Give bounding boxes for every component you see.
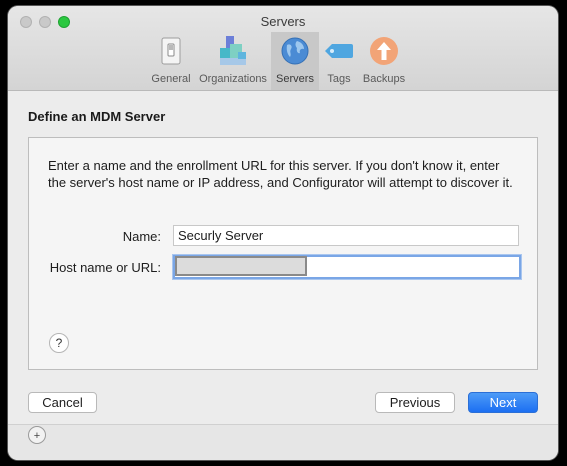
intro-text: Enter a name and the enrollment URL for … [48, 158, 513, 190]
tag-icon [323, 35, 355, 67]
tab-organizations-label: Organizations [199, 73, 267, 85]
sheet-title: Define an MDM Server [28, 109, 166, 124]
tab-backups-label: Backups [362, 73, 406, 85]
switch-icon [155, 35, 187, 67]
name-field[interactable] [173, 225, 519, 246]
previous-button[interactable]: Previous [375, 392, 455, 413]
titlebar: Servers General Organizations Servers Ta… [8, 6, 558, 91]
tab-organizations[interactable]: Organizations [195, 32, 271, 90]
help-button[interactable]: ? [49, 333, 69, 353]
tab-general-label: General [151, 73, 191, 85]
tab-servers-label: Servers [276, 73, 314, 85]
server-form-panel: Enter a name and the enrollment URL for … [28, 137, 538, 370]
host-label: Host name or URL: [49, 260, 161, 275]
cancel-button[interactable]: Cancel [28, 392, 97, 413]
organization-blocks-icon [217, 35, 249, 67]
preferences-tabs: General Organizations Servers Tags Backu… [147, 32, 409, 90]
background-add-label: + [33, 430, 41, 442]
window-title: Servers [260, 14, 306, 29]
redacted-host-value [175, 256, 307, 276]
background-add-button[interactable]: + [28, 426, 46, 444]
background-window-strip [8, 424, 558, 460]
tab-tags[interactable]: Tags [319, 32, 359, 90]
preferences-window: Servers General Organizations Servers Ta… [8, 6, 558, 460]
tab-backups[interactable]: Backups [359, 32, 409, 90]
next-button[interactable]: Next [468, 392, 538, 413]
globe-icon [279, 35, 311, 67]
tab-general[interactable]: General [147, 32, 195, 90]
tab-tags-label: Tags [327, 73, 351, 85]
tab-servers[interactable]: Servers [271, 32, 319, 90]
name-label: Name: [122, 229, 161, 244]
backup-arrow-icon [368, 35, 400, 67]
